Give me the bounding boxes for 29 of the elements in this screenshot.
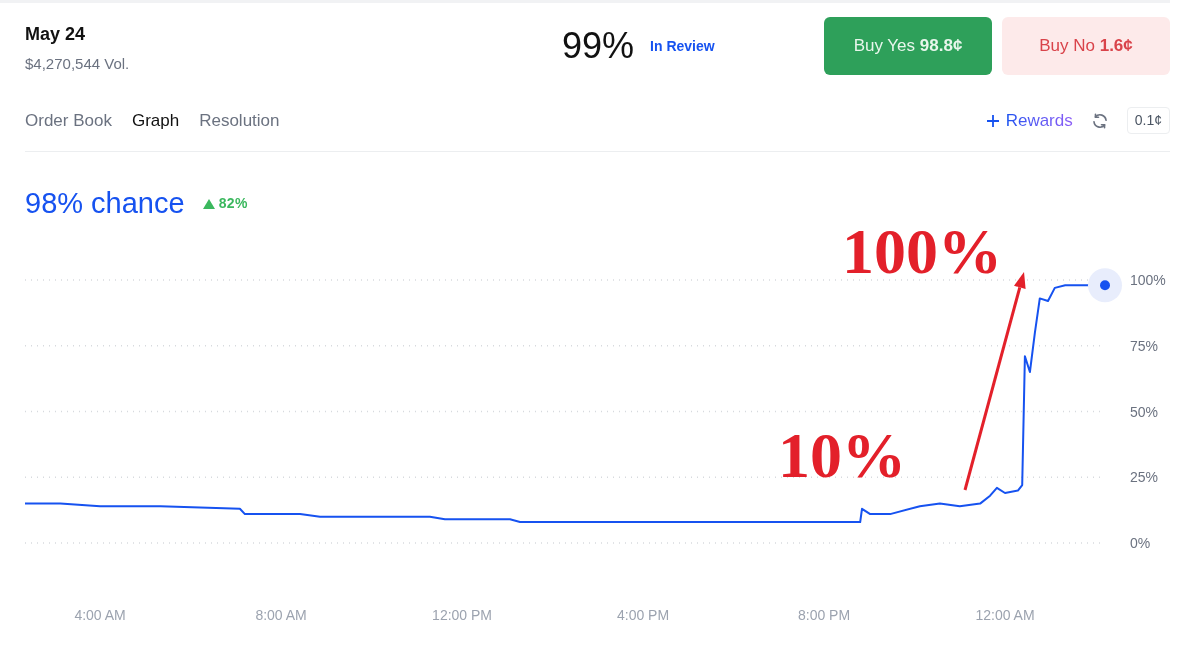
- x-axis-label: 4:00 PM: [617, 607, 670, 623]
- change-text: 82%: [202, 193, 248, 214]
- end-point-marker: [1088, 268, 1122, 303]
- tab[interactable]: Resolution: [199, 107, 280, 134]
- refresh-icon[interactable]: [1090, 111, 1109, 130]
- x-axis-label: 4:00 AM: [74, 607, 126, 623]
- y-axis-label: 0%: [1130, 535, 1151, 551]
- up-triangle-icon: [202, 198, 215, 209]
- plus-icon: [985, 113, 1000, 128]
- buy-button[interactable]: Buy No 1.6¢: [1002, 17, 1170, 75]
- status-text: In Review: [650, 36, 715, 56]
- buy-button[interactable]: Buy Yes 98.8¢: [824, 17, 992, 75]
- tick-size-chip[interactable]: 0.1¢: [1126, 107, 1170, 134]
- x-axis-label: 12:00 AM: [975, 607, 1035, 623]
- x-axis-label: 8:00 PM: [797, 607, 851, 623]
- probability-text: 99%: [562, 24, 635, 68]
- tab[interactable]: Graph: [131, 107, 180, 134]
- y-axis-label: 50%: [1130, 403, 1159, 420]
- y-axis-label: 100%: [1130, 272, 1166, 288]
- chance-text: 98% chance: [25, 186, 185, 220]
- tab[interactable]: Order Book: [25, 107, 112, 134]
- y-axis-label: 25%: [1130, 469, 1159, 486]
- annotation-text: 10%: [778, 420, 906, 491]
- volume-text: $4,270,544 Vol.: [25, 54, 131, 74]
- x-axis-label: 12:00 PM: [432, 607, 493, 623]
- annotation-text: 100%: [842, 225, 1002, 287]
- market-title: May 24: [25, 23, 87, 45]
- x-axis-label: 8:00 AM: [255, 607, 307, 623]
- y-axis-label: 75%: [1130, 337, 1159, 354]
